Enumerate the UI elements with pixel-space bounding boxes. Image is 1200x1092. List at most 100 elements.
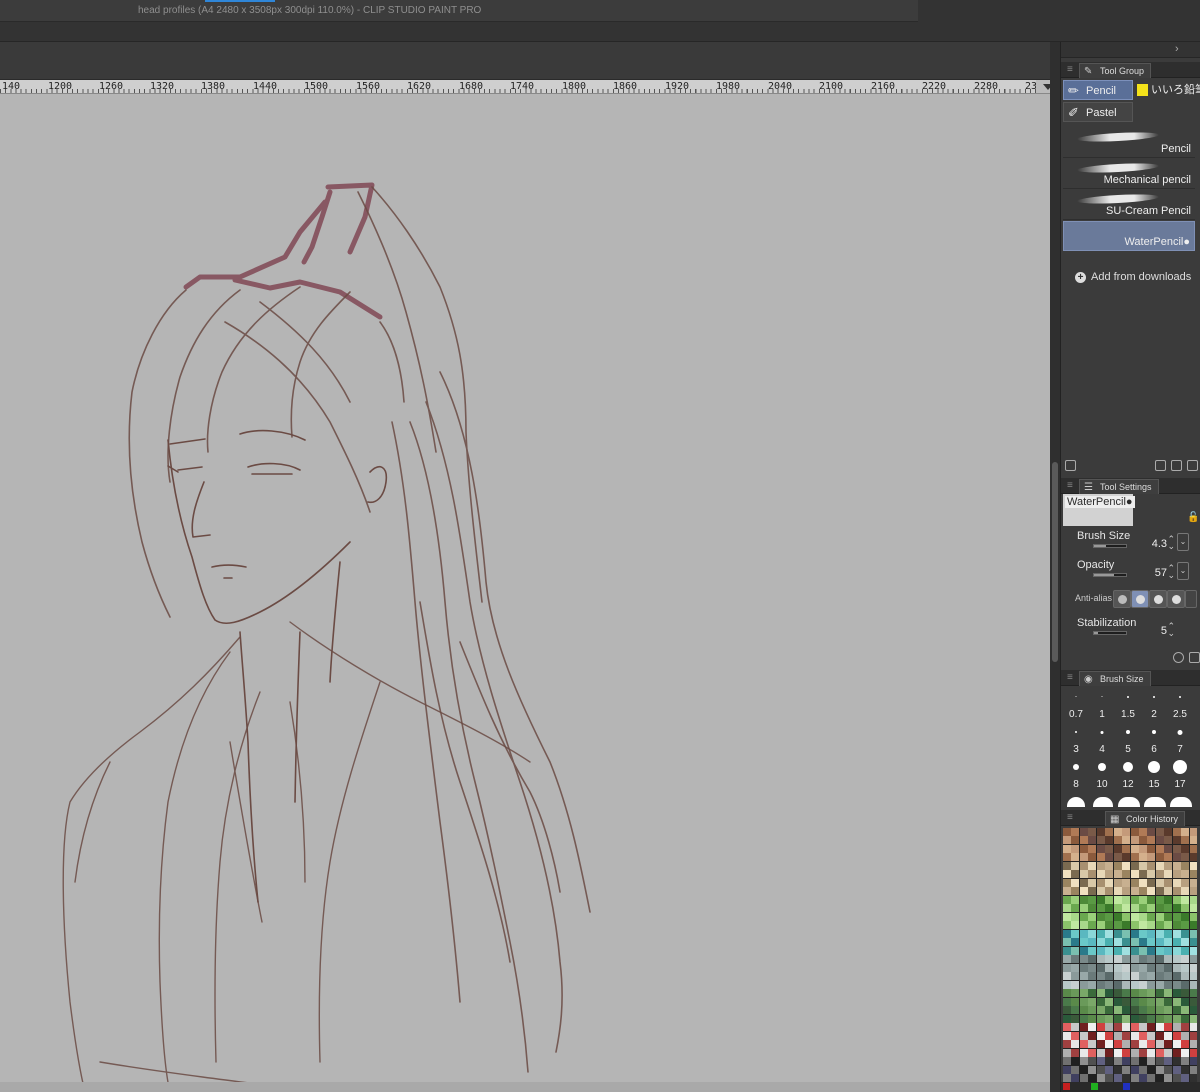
color-swatch[interactable]: [1063, 1065, 1071, 1074]
color-swatch[interactable]: [1164, 1014, 1173, 1023]
color-swatch[interactable]: [1181, 1006, 1190, 1015]
color-swatch[interactable]: [1189, 861, 1197, 870]
color-swatch[interactable]: [1071, 997, 1080, 1006]
color-swatch[interactable]: [1079, 989, 1088, 998]
color-swatch[interactable]: [1155, 938, 1164, 947]
color-swatch[interactable]: [1181, 828, 1190, 836]
color-swatch[interactable]: [1113, 946, 1122, 955]
color-swatch[interactable]: [1113, 904, 1122, 913]
color-swatch[interactable]: [1181, 929, 1190, 938]
color-swatch[interactable]: [1147, 895, 1156, 904]
panel-grip-icon[interactable]: ≡: [1067, 64, 1073, 75]
color-swatch[interactable]: [1164, 1031, 1173, 1040]
color-swatch[interactable]: [1172, 1065, 1181, 1074]
color-swatch[interactable]: [1138, 929, 1147, 938]
color-swatch[interactable]: [1155, 980, 1164, 989]
color-swatch[interactable]: [1122, 1031, 1131, 1040]
color-swatch[interactable]: [1105, 980, 1114, 989]
color-swatch[interactable]: [1164, 904, 1173, 913]
anti-alias-weak-button[interactable]: [1131, 590, 1149, 608]
brush-size-preset-large[interactable]: [1067, 797, 1085, 807]
color-swatch[interactable]: [1189, 946, 1197, 955]
color-swatch[interactable]: [1105, 1065, 1114, 1074]
color-swatch[interactable]: [1071, 1014, 1080, 1023]
color-swatch[interactable]: [1071, 921, 1080, 930]
color-swatch[interactable]: [1164, 861, 1173, 870]
color-swatch[interactable]: [1164, 828, 1173, 836]
color-swatch[interactable]: [1079, 828, 1088, 836]
color-swatch[interactable]: [1130, 997, 1139, 1006]
color-swatch[interactable]: [1138, 861, 1147, 870]
color-swatch[interactable]: [1105, 870, 1114, 879]
color-swatch[interactable]: [1088, 955, 1097, 964]
color-swatch[interactable]: [1063, 972, 1071, 981]
color-swatch[interactable]: [1172, 1048, 1181, 1057]
color-swatch[interactable]: [1147, 878, 1156, 887]
color-swatch[interactable]: [1172, 828, 1181, 836]
color-swatch[interactable]: [1063, 929, 1071, 938]
color-swatch[interactable]: [1063, 1014, 1071, 1023]
color-swatch[interactable]: [1071, 878, 1080, 887]
color-swatch[interactable]: [1130, 828, 1139, 836]
color-swatch[interactable]: [1122, 1057, 1131, 1066]
brush-size-preset[interactable]: 2.5: [1167, 690, 1193, 720]
color-swatch[interactable]: [1172, 955, 1181, 964]
color-swatch[interactable]: [1147, 853, 1156, 862]
color-swatch[interactable]: [1164, 1057, 1173, 1066]
color-swatch[interactable]: [1063, 836, 1071, 845]
color-swatch[interactable]: [1123, 1083, 1130, 1090]
color-swatch[interactable]: [1079, 1006, 1088, 1015]
tab-pencil[interactable]: ✏ Pencil: [1063, 80, 1133, 100]
color-swatch[interactable]: [1181, 972, 1190, 981]
color-swatch[interactable]: [1088, 938, 1097, 947]
color-swatch[interactable]: [1096, 904, 1105, 913]
color-swatch[interactable]: [1079, 895, 1088, 904]
color-swatch[interactable]: [1155, 836, 1164, 845]
tab-brush-size[interactable]: ◉ Brush Size: [1079, 671, 1151, 686]
color-swatch[interactable]: [1147, 1014, 1156, 1023]
color-swatch[interactable]: [1105, 1057, 1114, 1066]
color-swatch[interactable]: [1071, 870, 1080, 879]
color-swatch[interactable]: [1063, 844, 1071, 853]
color-swatch[interactable]: [1122, 828, 1131, 836]
color-swatch[interactable]: [1113, 1057, 1122, 1066]
color-swatch[interactable]: [1138, 955, 1147, 964]
chevron-right-icon[interactable]: ›: [1175, 43, 1179, 55]
color-swatch[interactable]: [1122, 997, 1131, 1006]
color-swatch[interactable]: [1088, 972, 1097, 981]
brush-size-preset[interactable]: 6: [1141, 725, 1167, 755]
color-swatch[interactable]: [1138, 989, 1147, 998]
color-swatch[interactable]: [1181, 1031, 1190, 1040]
color-swatch[interactable]: [1138, 887, 1147, 896]
tab-colored-pencil[interactable]: いいろ鉛筆: [1135, 80, 1200, 100]
color-swatch[interactable]: [1181, 836, 1190, 845]
color-swatch[interactable]: [1096, 844, 1105, 853]
color-swatch[interactable]: [1105, 878, 1114, 887]
color-swatch[interactable]: [1105, 861, 1114, 870]
sketch-drawing[interactable]: [0, 95, 1060, 1092]
color-swatch[interactable]: [1071, 1074, 1080, 1082]
color-swatch[interactable]: [1147, 946, 1156, 955]
color-swatch[interactable]: [1181, 1065, 1190, 1074]
color-swatch[interactable]: [1189, 1048, 1197, 1057]
color-swatch[interactable]: [1189, 989, 1197, 998]
color-swatch[interactable]: [1189, 938, 1197, 947]
color-swatch[interactable]: [1071, 972, 1080, 981]
panel-grip-icon[interactable]: ≡: [1067, 480, 1073, 491]
color-swatch[interactable]: [1130, 1031, 1139, 1040]
color-swatch[interactable]: [1138, 1031, 1147, 1040]
color-swatch[interactable]: [1172, 904, 1181, 913]
color-swatch[interactable]: [1155, 1031, 1164, 1040]
color-swatch[interactable]: [1063, 946, 1071, 955]
color-swatch[interactable]: [1088, 836, 1097, 845]
color-swatch[interactable]: [1122, 938, 1131, 947]
color-swatch[interactable]: [1181, 904, 1190, 913]
color-swatch[interactable]: [1181, 861, 1190, 870]
brush-size-preset-large[interactable]: [1093, 797, 1113, 807]
color-swatch[interactable]: [1063, 1083, 1070, 1090]
color-swatch[interactable]: [1071, 904, 1080, 913]
dropdown-icon[interactable]: ⌄: [1177, 533, 1189, 551]
brush-item-pencil[interactable]: Pencil: [1063, 128, 1195, 158]
color-swatch[interactable]: [1130, 1048, 1139, 1057]
color-swatch[interactable]: [1155, 895, 1164, 904]
